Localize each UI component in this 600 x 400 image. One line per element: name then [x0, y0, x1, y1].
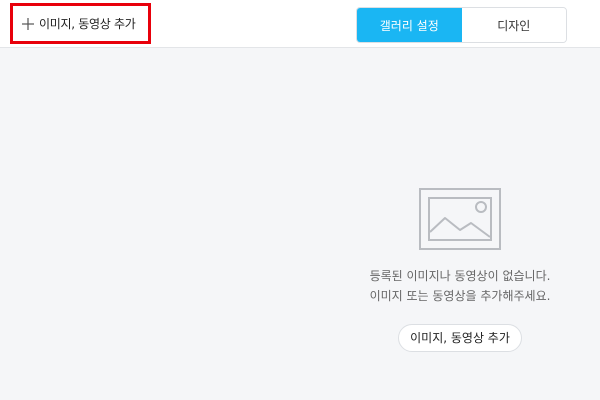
empty-state: 등록된 이미지나 동영상이 없습니다. 이미지 또는 동영상을 추가해주세요. … — [360, 188, 560, 352]
tab-design[interactable]: 디자인 — [461, 8, 566, 42]
add-media-empty-button[interactable]: 이미지, 동영상 추가 — [398, 324, 522, 352]
image-placeholder-icon — [419, 188, 501, 250]
settings-tab-group: 갤러리 설정 디자인 — [356, 7, 567, 43]
add-media-label: 이미지, 동영상 추가 — [39, 17, 136, 31]
empty-message-line-1: 등록된 이미지나 동영상이 없습니다. — [369, 269, 551, 283]
empty-message: 등록된 이미지나 동영상이 없습니다. 이미지 또는 동영상을 추가해주세요. — [360, 266, 560, 306]
plus-icon — [22, 17, 34, 30]
empty-message-line-2: 이미지 또는 동영상을 추가해주세요. — [369, 289, 551, 303]
top-toolbar: 이미지, 동영상 추가 갤러리 설정 디자인 — [0, 0, 600, 48]
tab-gallery-settings[interactable]: 갤러리 설정 — [357, 8, 462, 42]
add-media-button[interactable]: 이미지, 동영상 추가 — [10, 3, 151, 44]
